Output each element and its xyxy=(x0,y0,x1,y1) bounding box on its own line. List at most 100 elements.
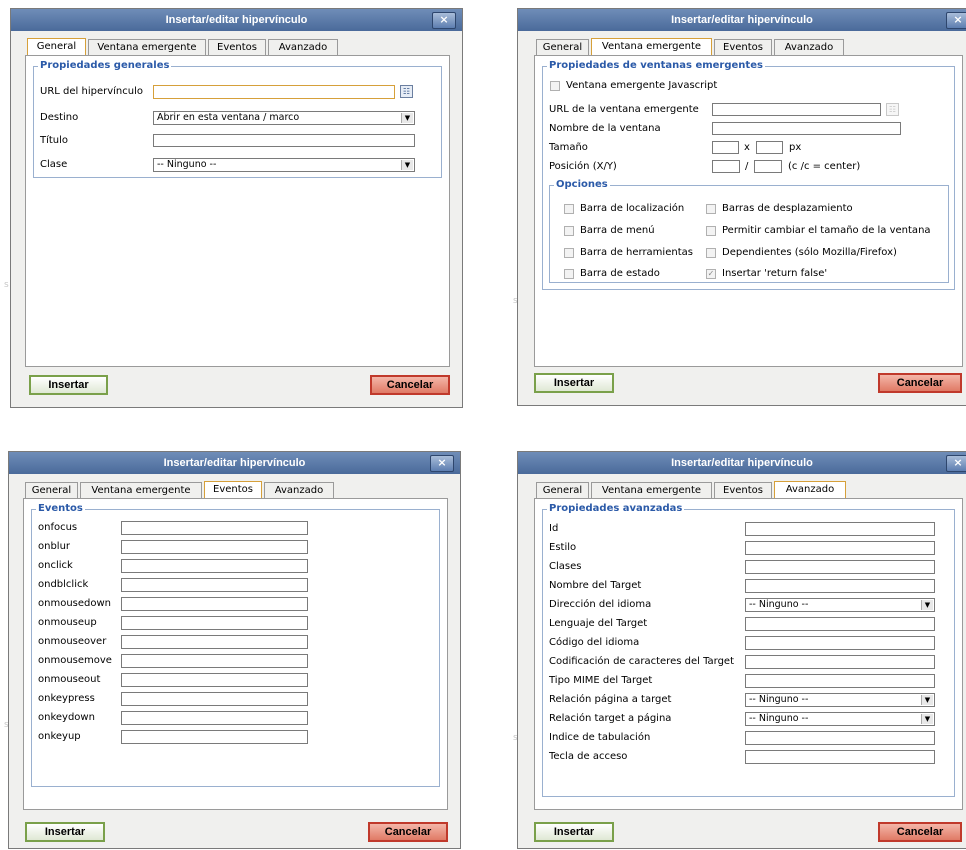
tab-general[interactable]: General xyxy=(536,482,589,498)
popup-url-label: URL de la ventana emergente xyxy=(549,104,699,115)
tab-advanced[interactable]: Avanzado xyxy=(268,39,338,55)
event-input[interactable] xyxy=(121,559,308,573)
option-checkbox[interactable] xyxy=(706,204,716,214)
option-checkbox[interactable] xyxy=(564,204,574,214)
chevron-down-icon: ▼ xyxy=(401,113,413,123)
tab-panel: Propiedades de ventanas emergentes Venta… xyxy=(534,55,963,367)
event-label: onkeypress xyxy=(38,693,95,704)
insert-button[interactable]: Insertar xyxy=(534,373,614,393)
position-label: Posición (X/Y) xyxy=(549,161,617,172)
insert-button[interactable]: Insertar xyxy=(29,375,108,395)
event-input[interactable] xyxy=(121,730,308,744)
id-input[interactable] xyxy=(745,522,935,536)
dialog-advanced: Insertar/editar hipervínculo × General V… xyxy=(517,451,966,849)
fieldset-legend: Propiedades de ventanas emergentes xyxy=(547,60,765,72)
js-popup-checkbox[interactable] xyxy=(550,81,560,91)
tab-events[interactable]: Eventos xyxy=(204,481,262,499)
cancel-button[interactable]: Cancelar xyxy=(878,373,962,393)
event-input[interactable] xyxy=(121,540,308,554)
insert-button[interactable]: Insertar xyxy=(534,822,614,842)
position-hint: (c /c = center) xyxy=(788,161,861,172)
option-checkbox-checked[interactable]: ✓ xyxy=(706,269,716,279)
cancel-button[interactable]: Cancelar xyxy=(370,375,450,395)
event-label: onmousemove xyxy=(38,655,112,666)
event-label: onkeyup xyxy=(38,731,81,742)
option-checkbox[interactable] xyxy=(564,248,574,258)
title-input[interactable] xyxy=(153,134,415,147)
target-mime-input[interactable] xyxy=(745,674,935,688)
rel-select[interactable]: -- Ninguno -- ▼ xyxy=(745,693,935,707)
tab-events[interactable]: Eventos xyxy=(714,482,772,498)
dialog-title: Insertar/editar hipervínculo xyxy=(518,452,966,474)
tab-general[interactable]: General xyxy=(27,38,86,56)
option-checkbox[interactable] xyxy=(564,226,574,236)
language-direction-select[interactable]: -- Ninguno -- ▼ xyxy=(745,598,935,612)
advanced-label: Relación página a target xyxy=(549,694,672,705)
cancel-button[interactable]: Cancelar xyxy=(368,822,448,842)
tab-popup[interactable]: Ventana emergente xyxy=(88,39,206,55)
browse-icon[interactable]: ☷ xyxy=(400,85,413,98)
browse-icon[interactable]: ☷ xyxy=(886,103,899,116)
language-code-input[interactable] xyxy=(745,636,935,650)
event-input[interactable] xyxy=(121,692,308,706)
cancel-button[interactable]: Cancelar xyxy=(878,822,962,842)
js-popup-label: Ventana emergente Javascript xyxy=(566,80,718,91)
close-icon[interactable]: × xyxy=(430,455,454,472)
target-language-input[interactable] xyxy=(745,617,935,631)
event-input[interactable] xyxy=(121,597,308,611)
event-input[interactable] xyxy=(121,578,308,592)
target-charset-input[interactable] xyxy=(745,655,935,669)
option-label: Barra de menú xyxy=(580,225,655,236)
height-input[interactable] xyxy=(756,141,783,154)
dialog-title: Insertar/editar hipervínculo xyxy=(11,9,462,31)
close-icon[interactable]: × xyxy=(432,12,456,29)
option-checkbox[interactable] xyxy=(706,248,716,258)
window-name-label: Nombre de la ventana xyxy=(549,123,661,134)
chevron-down-icon: ▼ xyxy=(921,714,933,724)
advanced-label: Lenguaje del Target xyxy=(549,618,648,629)
tab-advanced[interactable]: Avanzado xyxy=(774,481,846,499)
tab-popup[interactable]: Ventana emergente xyxy=(591,482,712,498)
classes-input[interactable] xyxy=(745,560,935,574)
class-select[interactable]: -- Ninguno -- ▼ xyxy=(153,158,415,172)
tab-general[interactable]: General xyxy=(536,39,589,55)
accesskey-input[interactable] xyxy=(745,750,935,764)
position-y-input[interactable] xyxy=(754,160,782,173)
event-label: ondblclick xyxy=(38,579,89,590)
event-input[interactable] xyxy=(121,654,308,668)
popup-url-input[interactable] xyxy=(712,103,881,116)
position-x-input[interactable] xyxy=(712,160,740,173)
insert-button[interactable]: Insertar xyxy=(25,822,105,842)
url-input[interactable] xyxy=(153,85,395,99)
target-name-input[interactable] xyxy=(745,579,935,593)
dialog-general: Insertar/editar hipervínculo × General V… xyxy=(10,8,463,408)
event-input[interactable] xyxy=(121,635,308,649)
option-checkbox[interactable] xyxy=(564,269,574,279)
tab-popup[interactable]: Ventana emergente xyxy=(80,482,202,498)
tab-popup[interactable]: Ventana emergente xyxy=(591,38,712,56)
event-label: onclick xyxy=(38,560,73,571)
event-input[interactable] xyxy=(121,521,308,535)
target-select[interactable]: Abrir en esta ventana / marco ▼ xyxy=(153,111,415,125)
style-input[interactable] xyxy=(745,541,935,555)
advanced-label: Código del idioma xyxy=(549,637,640,648)
close-icon[interactable]: × xyxy=(946,12,966,29)
event-input[interactable] xyxy=(121,673,308,687)
option-checkbox[interactable] xyxy=(706,226,716,236)
event-input[interactable] xyxy=(121,711,308,725)
size-separator: x xyxy=(744,142,750,153)
tab-events[interactable]: Eventos xyxy=(714,39,772,55)
dialog-title: Insertar/editar hipervínculo xyxy=(9,452,460,474)
tab-advanced[interactable]: Avanzado xyxy=(264,482,334,498)
tabindex-input[interactable] xyxy=(745,731,935,745)
event-label: onmouseout xyxy=(38,674,101,685)
width-input[interactable] xyxy=(712,141,739,154)
rev-select[interactable]: -- Ninguno -- ▼ xyxy=(745,712,935,726)
tab-panel: Eventos onfocus onblur onclick ondblclic… xyxy=(23,498,448,810)
event-input[interactable] xyxy=(121,616,308,630)
tab-events[interactable]: Eventos xyxy=(208,39,266,55)
tab-advanced[interactable]: Avanzado xyxy=(774,39,844,55)
close-icon[interactable]: × xyxy=(946,455,966,472)
window-name-input[interactable] xyxy=(712,122,901,135)
tab-general[interactable]: General xyxy=(25,482,78,498)
